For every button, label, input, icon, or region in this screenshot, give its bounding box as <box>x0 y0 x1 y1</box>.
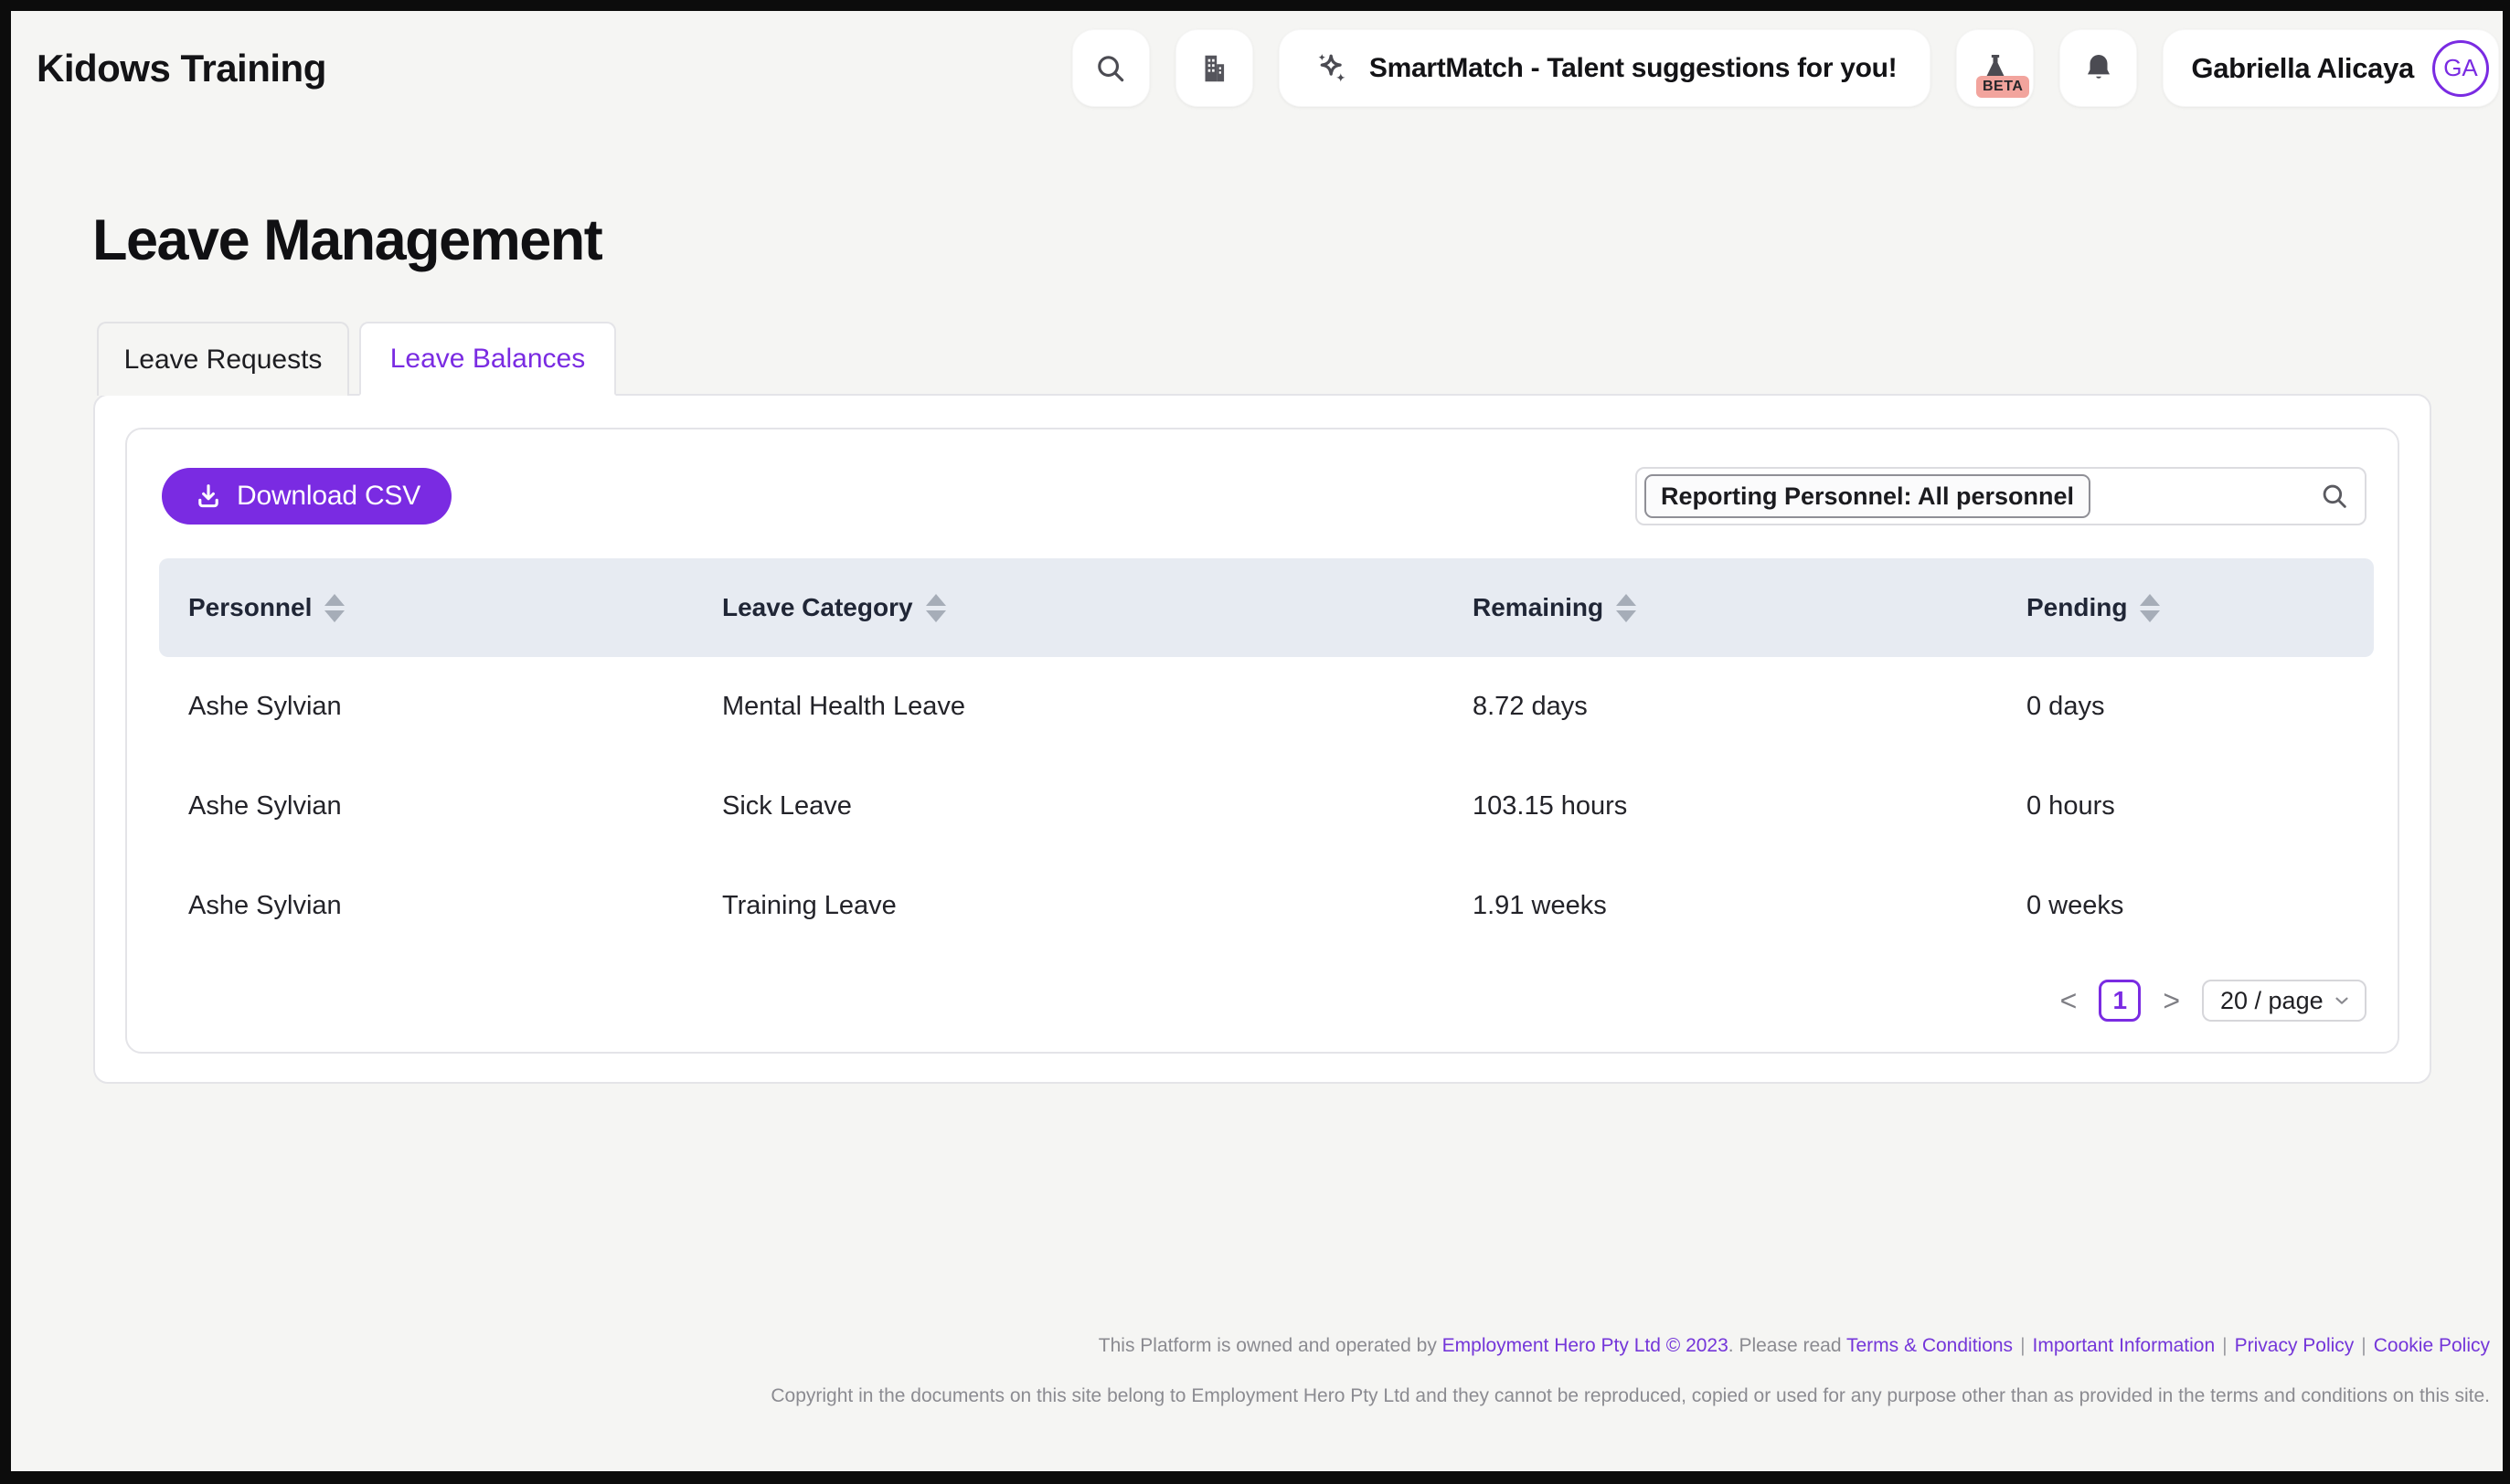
cell-pending: 0 days <box>2026 692 2374 722</box>
leave-balances-card: Download CSV Reporting Personnel: All pe… <box>125 428 2399 1054</box>
tab-bar: Leave Requests Leave Balances <box>97 322 2503 396</box>
avatar: GA <box>2432 40 2489 97</box>
column-header-remaining[interactable]: Remaining <box>1473 593 2026 622</box>
cell-remaining: 1.91 weeks <box>1473 891 2026 921</box>
table-row[interactable]: Ashe Sylvian Sick Leave 103.15 hours 0 h… <box>159 757 2374 856</box>
employment-hero-link[interactable]: Employment Hero Pty Ltd © 2023 <box>1442 1335 1728 1356</box>
organisation-button[interactable] <box>1175 29 1253 107</box>
brand-title: Kidows Training <box>37 47 326 90</box>
sort-icon <box>1616 594 1636 622</box>
top-bar-actions: SmartMatch - Talent suggestions for you!… <box>1072 29 2499 107</box>
page-number-button[interactable]: 1 <box>2099 980 2141 1022</box>
sort-icon <box>926 594 946 622</box>
cell-personnel: Ashe Sylvian <box>159 791 722 822</box>
cell-pending: 0 weeks <box>2026 891 2374 921</box>
building-icon <box>1197 51 1231 86</box>
important-information-link[interactable]: Important Information <box>2033 1335 2216 1356</box>
beta-features-button[interactable]: BETA <box>1956 29 2034 107</box>
cell-pending: 0 hours <box>2026 791 2374 822</box>
tab-leave-requests[interactable]: Leave Requests <box>97 322 349 396</box>
cell-remaining: 103.15 hours <box>1473 791 2026 822</box>
tab-leave-balances[interactable]: Leave Balances <box>359 322 616 396</box>
app-window: Kidows Training <box>0 0 2510 1484</box>
bell-icon <box>2081 51 2116 86</box>
search-button[interactable] <box>1072 29 1150 107</box>
download-csv-label: Download CSV <box>237 481 420 512</box>
footer-text: This Platform is owned and operated by <box>1099 1335 1442 1356</box>
pagination: < 1 > 20 / page <box>127 980 2366 1022</box>
footer-line-2: Copyright in the documents on this site … <box>11 1383 2490 1410</box>
privacy-policy-link[interactable]: Privacy Policy <box>2235 1335 2355 1356</box>
user-menu-button[interactable]: Gabriella Alicaya GA <box>2163 29 2499 107</box>
table-row[interactable]: Ashe Sylvian Mental Health Leave 8.72 da… <box>159 657 2374 757</box>
column-label: Pending <box>2026 593 2127 622</box>
separator: | <box>2020 1335 2025 1356</box>
sort-icon <box>324 594 345 622</box>
footer: This Platform is owned and operated by E… <box>11 1332 2503 1410</box>
column-label: Leave Category <box>722 593 913 622</box>
personnel-search-input[interactable]: Reporting Personnel: All personnel <box>1635 467 2366 525</box>
smartmatch-button[interactable]: SmartMatch - Talent suggestions for you! <box>1279 29 1931 107</box>
column-header-leave-category[interactable]: Leave Category <box>722 593 1473 622</box>
footer-line-1: This Platform is owned and operated by E… <box>11 1332 2490 1360</box>
cell-remaining: 8.72 days <box>1473 692 2026 722</box>
beta-badge: BETA <box>1976 76 2029 98</box>
tab-label: Leave Balances <box>390 344 586 375</box>
table-toolbar: Download CSV Reporting Personnel: All pe… <box>162 467 2366 525</box>
page-title: Leave Management <box>92 207 2503 273</box>
sparkles-icon <box>1313 48 1353 89</box>
cookie-policy-link[interactable]: Cookie Policy <box>2374 1335 2490 1356</box>
leave-balances-table: Personnel Leave Category Remaining Pendi… <box>159 558 2374 956</box>
separator: | <box>2222 1335 2227 1356</box>
cell-leave-category: Mental Health Leave <box>722 692 1473 722</box>
user-name: Gabriella Alicaya <box>2191 52 2414 85</box>
next-page-button[interactable]: > <box>2163 986 2180 1015</box>
download-icon <box>193 481 224 512</box>
download-csv-button[interactable]: Download CSV <box>162 468 452 525</box>
reporting-personnel-chip[interactable]: Reporting Personnel: All personnel <box>1644 474 2090 518</box>
column-label: Remaining <box>1473 593 1603 622</box>
cell-personnel: Ashe Sylvian <box>159 692 722 722</box>
smartmatch-label: SmartMatch - Talent suggestions for you! <box>1369 53 1898 84</box>
chevron-down-icon <box>2332 991 2352 1011</box>
search-icon <box>1093 51 1128 86</box>
footer-text: . Please read <box>1728 1335 1846 1356</box>
search-icon <box>2319 481 2350 512</box>
top-bar: Kidows Training <box>11 11 2503 107</box>
column-header-personnel[interactable]: Personnel <box>188 593 722 622</box>
separator: | <box>2361 1335 2366 1356</box>
previous-page-button[interactable]: < <box>2060 986 2078 1015</box>
table-row[interactable]: Ashe Sylvian Training Leave 1.91 weeks 0… <box>159 856 2374 956</box>
cell-leave-category: Sick Leave <box>722 791 1473 822</box>
column-label: Personnel <box>188 593 312 622</box>
table-header-row: Personnel Leave Category Remaining Pendi… <box>159 558 2374 657</box>
tab-label: Leave Requests <box>124 344 323 376</box>
cell-leave-category: Training Leave <box>722 891 1473 921</box>
sort-icon <box>2140 594 2160 622</box>
column-header-pending[interactable]: Pending <box>2026 593 2374 622</box>
page-size-select[interactable]: 20 / page <box>2202 980 2366 1022</box>
notifications-button[interactable] <box>2059 29 2137 107</box>
leave-balances-panel: Download CSV Reporting Personnel: All pe… <box>93 394 2431 1084</box>
cell-personnel: Ashe Sylvian <box>159 891 722 921</box>
page-size-value: 20 / page <box>2220 987 2324 1015</box>
terms-conditions-link[interactable]: Terms & Conditions <box>1846 1335 2013 1356</box>
